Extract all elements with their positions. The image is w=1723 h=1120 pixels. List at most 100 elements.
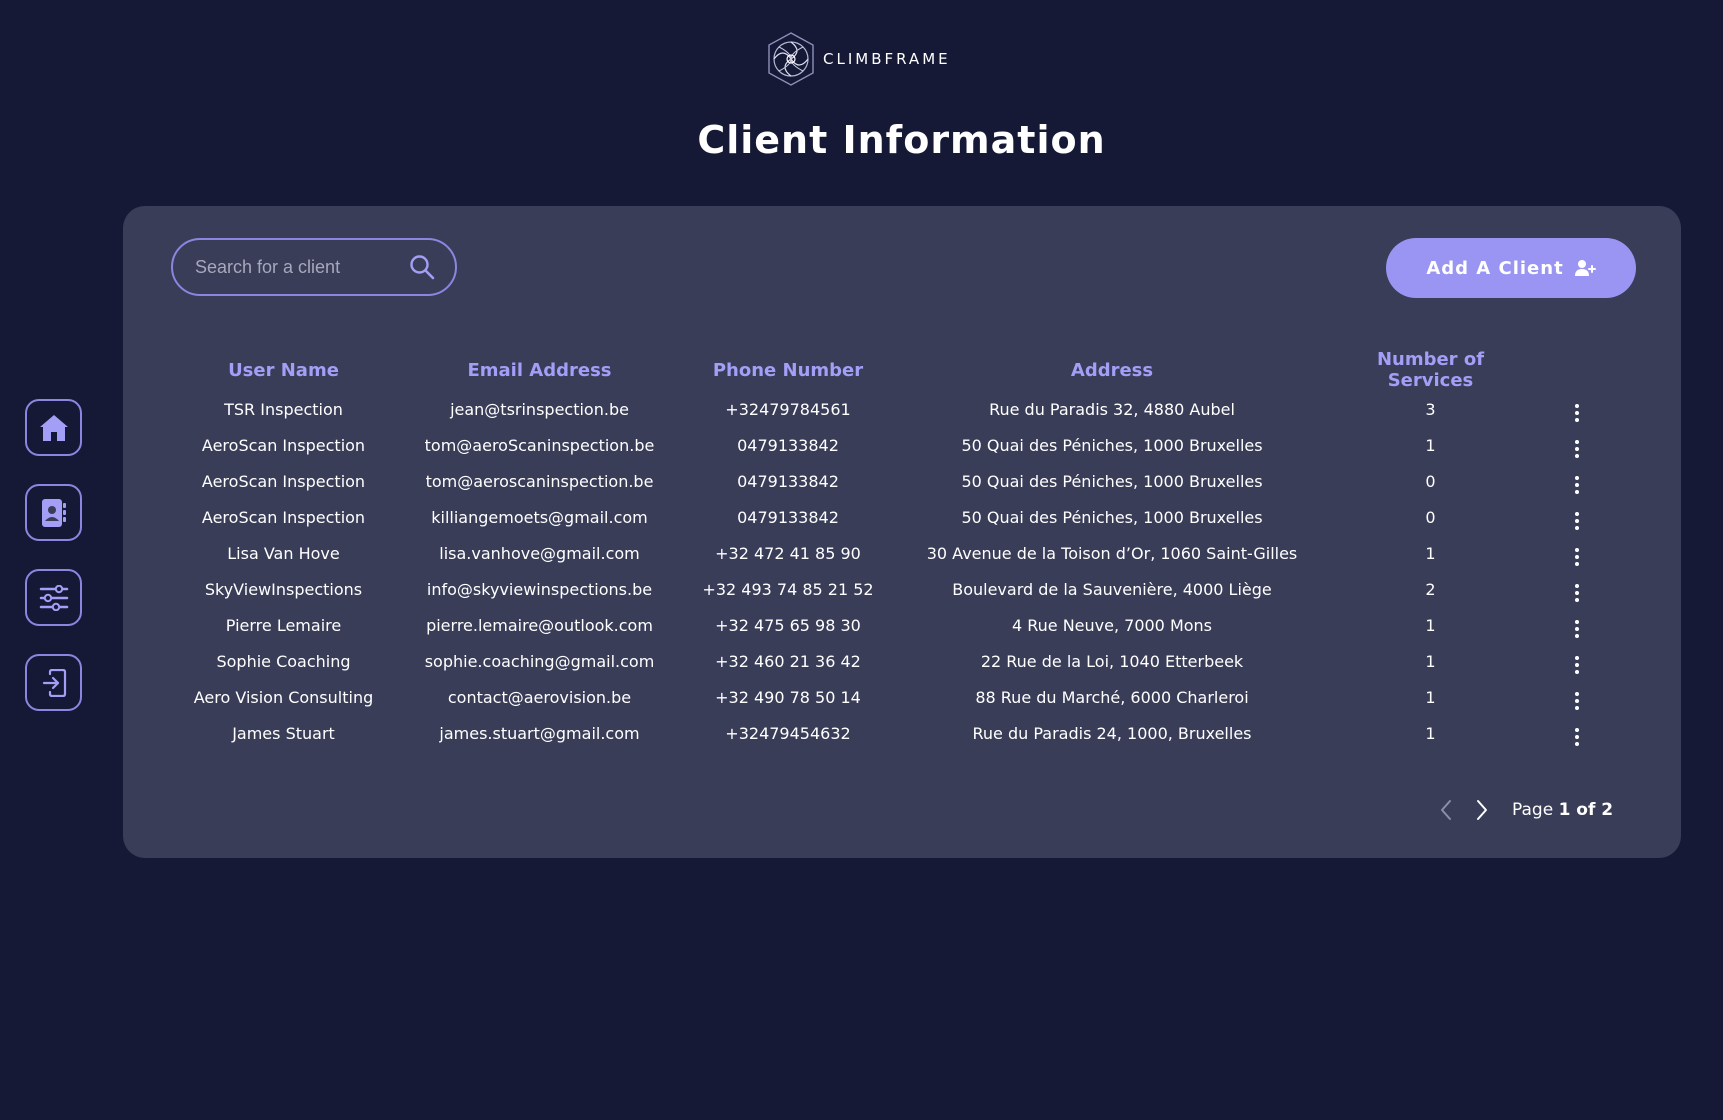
add-client-button[interactable]: Add A Client: [1386, 238, 1636, 298]
logo-text: CLIMBFRAME: [823, 50, 951, 68]
cell-address: 50 Quai des Péniches, 1000 Bruxelles: [961, 435, 1263, 455]
cell-email: james.stuart@gmail.com: [439, 723, 640, 743]
cell-address: Boulevard de la Sauvenière, 4000 Liège: [952, 579, 1272, 599]
cell-services: 1: [1425, 651, 1436, 671]
logo: CLIMBFRAME: [765, 31, 951, 87]
table-row[interactable]: Pierre Lemaire pierre.lemaire@outlook.co…: [172, 607, 1624, 643]
row-menu-icon[interactable]: [1569, 616, 1585, 642]
page-indicator: Page 1 of 2: [1512, 800, 1613, 820]
cell-services: 0: [1425, 471, 1436, 491]
client-panel: Add A Client User Name Email Address Pho…: [123, 206, 1681, 858]
search-input[interactable]: [193, 255, 409, 279]
cell-address: Rue du Paradis 32, 4880 Aubel: [989, 399, 1235, 419]
cell-address: 50 Quai des Péniches, 1000 Bruxelles: [961, 507, 1263, 527]
row-menu-icon[interactable]: [1569, 400, 1585, 426]
cell-services: 3: [1425, 399, 1436, 419]
cell-phone: 0479133842: [737, 471, 839, 491]
cell-services: 1: [1425, 615, 1436, 635]
cell-user-name: AeroScan Inspection: [201, 435, 366, 455]
search-box: [171, 238, 457, 296]
cell-user-name: TSR Inspection: [224, 399, 343, 419]
contacts-icon: [41, 498, 66, 527]
cell-email: jean@tsrinspection.be: [450, 399, 629, 419]
home-icon: [39, 414, 68, 441]
cell-address: 4 Rue Neuve, 7000 Mons: [1011, 615, 1213, 635]
column-header-user-name[interactable]: User Name: [172, 349, 395, 391]
cell-user-name: James Stuart: [232, 723, 335, 743]
cell-user-name: Lisa Van Hove: [227, 543, 340, 563]
cell-address: 22 Rue de la Loi, 1040 Etterbeek: [980, 651, 1244, 671]
column-header-phone[interactable]: Phone Number: [684, 349, 892, 391]
cell-address: 50 Quai des Péniches, 1000 Bruxelles: [961, 471, 1263, 491]
row-menu-icon[interactable]: [1569, 544, 1585, 570]
row-menu-icon[interactable]: [1569, 436, 1585, 462]
sidebar-item-settings[interactable]: [25, 569, 82, 626]
row-menu-icon[interactable]: [1569, 724, 1585, 750]
cell-phone: 0479133842: [737, 435, 839, 455]
cell-phone: +32 475 65 98 30: [715, 615, 861, 635]
table-row[interactable]: Sophie Coaching sophie.coaching@gmail.co…: [172, 643, 1624, 679]
next-page-button[interactable]: [1470, 798, 1494, 822]
row-menu-icon[interactable]: [1569, 472, 1585, 498]
cell-services: 1: [1425, 543, 1436, 563]
row-menu-icon[interactable]: [1569, 580, 1585, 606]
page-prefix: Page: [1512, 800, 1554, 820]
prev-page-button[interactable]: [1434, 798, 1458, 822]
table-row[interactable]: AeroScan Inspection killiangemoets@gmail…: [172, 499, 1624, 535]
table-row[interactable]: SkyViewInspections info@skyviewinspectio…: [172, 571, 1624, 607]
sidebar-item-logout[interactable]: [25, 654, 82, 711]
chevron-right-icon: [1477, 800, 1487, 820]
cell-services: 1: [1425, 723, 1436, 743]
cell-email: lisa.vanhove@gmail.com: [439, 543, 640, 563]
table-header: User Name Email Address Phone Number Add…: [172, 349, 1624, 391]
table-row[interactable]: James Stuart james.stuart@gmail.com +324…: [172, 715, 1624, 751]
cell-user-name: AeroScan Inspection: [201, 507, 366, 527]
cell-phone: +32 472 41 85 90: [715, 543, 861, 563]
table-row[interactable]: Aero Vision Consulting contact@aerovisio…: [172, 679, 1624, 715]
cell-services: 2: [1425, 579, 1436, 599]
table-row[interactable]: TSR Inspection jean@tsrinspection.be +32…: [172, 391, 1624, 427]
cell-user-name: AeroScan Inspection: [201, 471, 366, 491]
table-row[interactable]: Lisa Van Hove lisa.vanhove@gmail.com +32…: [172, 535, 1624, 571]
add-client-label: Add A Client: [1426, 257, 1564, 279]
cell-services: 0: [1425, 507, 1436, 527]
sliders-icon: [39, 584, 68, 611]
column-header-actions: [1529, 349, 1624, 391]
cell-user-name: Pierre Lemaire: [225, 615, 342, 635]
page-count: 1 of 2: [1558, 800, 1614, 820]
row-menu-icon[interactable]: [1569, 688, 1585, 714]
sidebar-item-home[interactable]: [25, 399, 82, 456]
row-menu-icon[interactable]: [1569, 652, 1585, 678]
sidebar-item-contacts[interactable]: [25, 484, 82, 541]
cell-user-name: SkyViewInspections: [204, 579, 363, 599]
cell-address: 88 Rue du Marché, 6000 Charleroi: [975, 687, 1249, 707]
cell-phone: +32 460 21 36 42: [715, 651, 861, 671]
column-header-services[interactable]: Number of Services: [1332, 349, 1529, 391]
cell-services: 1: [1425, 687, 1436, 707]
add-user-icon: [1574, 260, 1596, 276]
column-header-email[interactable]: Email Address: [395, 349, 684, 391]
cell-email: info@skyviewinspections.be: [426, 579, 653, 599]
cell-address: 30 Avenue de la Toison d’Or, 1060 Saint-…: [926, 543, 1298, 563]
cell-user-name: Aero Vision Consulting: [193, 687, 374, 707]
table-row[interactable]: AeroScan Inspection tom@aeroscaninspecti…: [172, 463, 1624, 499]
clients-table: User Name Email Address Phone Number Add…: [172, 349, 1624, 751]
logout-icon: [42, 668, 66, 697]
cell-email: pierre.lemaire@outlook.com: [426, 615, 653, 635]
cell-email: killiangemoets@gmail.com: [431, 507, 648, 527]
table-row[interactable]: AeroScan Inspection tom@aeroScaninspecti…: [172, 427, 1624, 463]
cell-email: tom@aeroscaninspection.be: [425, 471, 654, 491]
cell-email: tom@aeroScaninspection.be: [424, 435, 655, 455]
row-menu-icon[interactable]: [1569, 508, 1585, 534]
column-header-address[interactable]: Address: [892, 349, 1332, 391]
cell-phone: +32479784561: [725, 399, 851, 419]
chevron-left-icon: [1441, 800, 1451, 820]
pagination: Page 1 of 2: [1434, 798, 1613, 822]
cell-phone: +32479454632: [725, 723, 851, 743]
cell-phone: 0479133842: [737, 507, 839, 527]
cell-email: sophie.coaching@gmail.com: [424, 651, 655, 671]
cell-address: Rue du Paradis 24, 1000, Bruxelles: [972, 723, 1252, 743]
search-icon[interactable]: [409, 254, 435, 280]
sidebar: [25, 399, 82, 711]
logo-mark-icon: [768, 32, 814, 86]
